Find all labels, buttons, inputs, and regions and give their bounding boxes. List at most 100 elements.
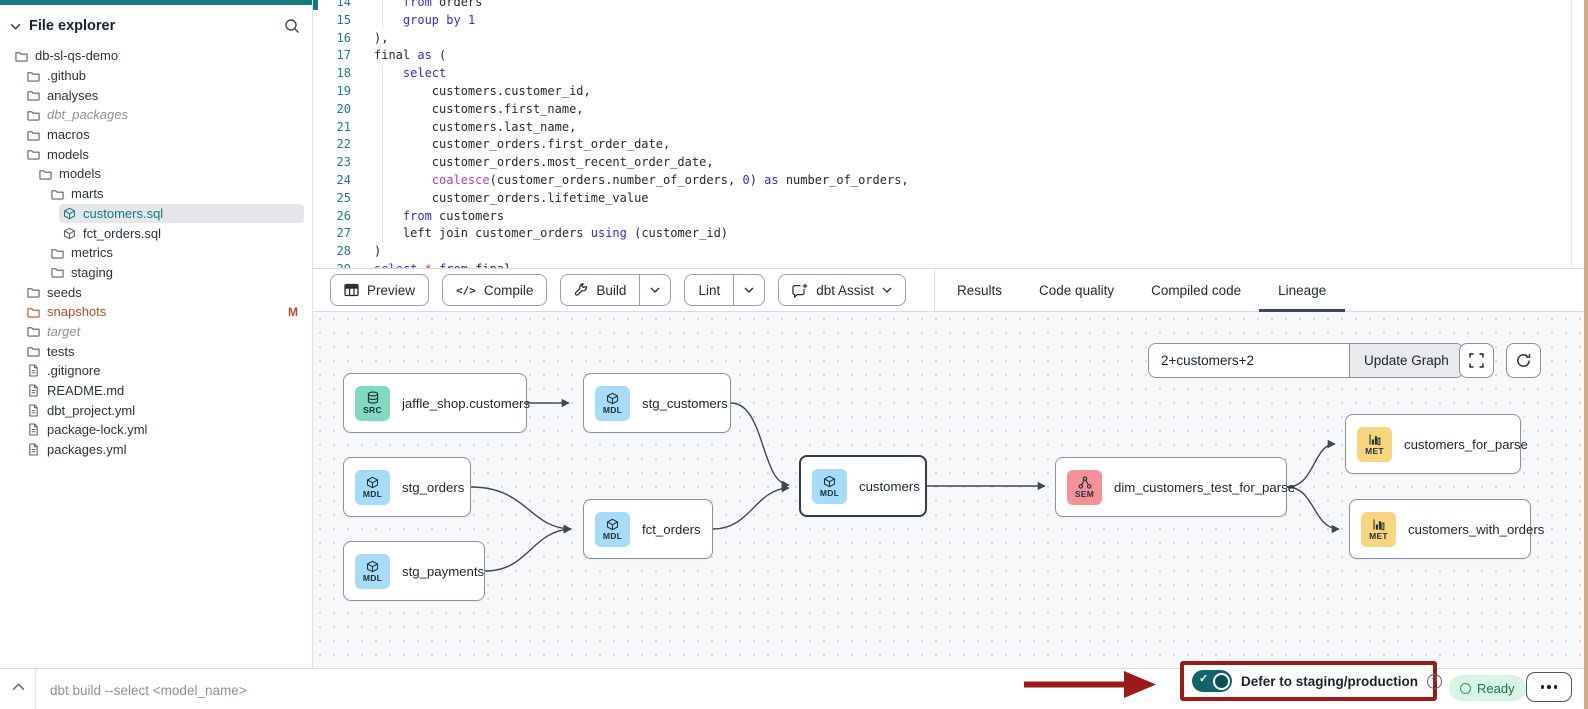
- tree-item-.github[interactable]: .github: [23, 66, 304, 86]
- defer-label: Defer to staging/production: [1241, 674, 1418, 689]
- node-label: customers_with_orders: [1408, 522, 1544, 537]
- line-number: 21: [313, 119, 351, 137]
- tree-item-dbt_packages[interactable]: dbt_packages: [23, 105, 304, 125]
- lineage-node-stg_customers[interactable]: MDLstg_customers: [583, 373, 731, 433]
- folder-icon: [50, 266, 64, 278]
- statusbar-divider: [35, 669, 36, 709]
- tree-item-label: marts: [71, 186, 104, 201]
- ready-label: Ready: [1477, 681, 1515, 696]
- window-edge: [1584, 0, 1588, 709]
- folder-icon: [26, 148, 40, 160]
- lint-button[interactable]: Lint: [685, 275, 733, 305]
- tab-results[interactable]: Results: [957, 269, 1002, 311]
- line-number: 19: [313, 83, 351, 101]
- lineage-node-stg_orders[interactable]: MDLstg_orders: [343, 457, 471, 517]
- file-explorer-header: File explorer: [0, 5, 312, 38]
- tree-item-packages.yml[interactable]: packages.yml: [23, 440, 304, 460]
- check-icon: ✓: [1199, 674, 1208, 685]
- tree-item-customers.sql[interactable]: customers.sql: [59, 204, 304, 224]
- folder-icon: [26, 70, 40, 82]
- code-line-14: 14 from orders: [313, 0, 909, 12]
- tree-item-macros[interactable]: macros: [23, 125, 304, 145]
- metric-chart-icon: MET: [1361, 512, 1396, 547]
- lineage-node-fct_orders[interactable]: MDLfct_orders: [583, 499, 713, 559]
- compile-button[interactable]: </> Compile: [442, 274, 547, 306]
- update-graph-button[interactable]: Update Graph: [1349, 344, 1463, 377]
- red-arrow-annotation: [1024, 671, 1156, 698]
- folder-icon: [26, 286, 40, 298]
- tree-item-marts[interactable]: marts: [47, 184, 304, 204]
- tree-item-snapshots[interactable]: snapshotsM: [23, 302, 304, 322]
- lineage-node-dim_customers_test_for_parse[interactable]: SEMdim_customers_test_for_parse: [1055, 457, 1287, 517]
- line-number: 25: [313, 190, 351, 208]
- lineage-node-jaffle_shop.customers[interactable]: SRCjaffle_shop.customers: [343, 373, 527, 433]
- tree-item-package-lock.yml[interactable]: package-lock.yml: [23, 420, 304, 440]
- tree-item-analyses[interactable]: analyses: [23, 85, 304, 105]
- build-button[interactable]: Build: [561, 275, 639, 305]
- lineage-node-customers_for_parse[interactable]: METcustomers_for_parse: [1345, 414, 1521, 474]
- tree-item-.gitignore[interactable]: .gitignore: [23, 361, 304, 381]
- lineage-selector-group: Update Graph: [1148, 343, 1464, 378]
- code-line-16: 16),: [313, 30, 909, 48]
- editor-corner-accent: [313, 0, 318, 10]
- chevron-down-icon[interactable]: [10, 23, 21, 30]
- lineage-node-customers_with_orders[interactable]: METcustomers_with_orders: [1349, 499, 1531, 559]
- tree-item-label: customers.sql: [83, 206, 163, 221]
- folder-icon: [14, 50, 28, 62]
- model-cube-icon: MDL: [355, 554, 390, 589]
- tree-item-staging[interactable]: staging: [47, 263, 304, 283]
- tree-item-models[interactable]: models: [23, 144, 304, 164]
- tree-item-seeds[interactable]: seeds: [23, 282, 304, 302]
- chat-plus-icon: [792, 283, 808, 298]
- tree-item-label: dbt_packages: [47, 107, 128, 122]
- code-line-21: 21 customers.last_name,: [313, 119, 909, 137]
- search-icon[interactable]: [284, 18, 300, 34]
- file-tree: db-sl-qs-demo.githubanalyses dbt_packages…: [0, 38, 312, 459]
- lineage-canvas[interactable]: SRCjaffle_shop.customers MDLstg_customers…: [313, 312, 1584, 668]
- tree-item-fct_orders.sql[interactable]: fct_orders.sql: [59, 223, 304, 243]
- tab-compiled-code[interactable]: Compiled code: [1151, 269, 1241, 311]
- defer-toggle[interactable]: ✓: [1192, 670, 1232, 692]
- tree-item-metrics[interactable]: metrics: [47, 243, 304, 263]
- tree-item-label: models: [47, 147, 89, 162]
- fullscreen-button[interactable]: [1459, 343, 1494, 378]
- wrench-icon: [574, 283, 588, 297]
- tree-item-models[interactable]: models: [35, 164, 304, 184]
- tree-item-README.md[interactable]: README.md: [23, 381, 304, 401]
- ready-status-badge: Ready: [1449, 675, 1526, 701]
- folder-icon: [26, 325, 40, 337]
- tree-item-target[interactable]: target: [23, 322, 304, 342]
- tree-item-db-sl-qs-demo[interactable]: db-sl-qs-demo: [11, 46, 304, 66]
- line-number: 29: [313, 261, 351, 268]
- tree-item-label: models: [59, 166, 101, 181]
- editor-scrollbar-track[interactable]: [1571, 0, 1572, 268]
- folder-icon: [50, 188, 64, 200]
- refresh-button[interactable]: [1506, 343, 1541, 378]
- file-icon: [26, 423, 40, 436]
- lineage-node-stg_payments[interactable]: MDLstg_payments: [343, 541, 485, 601]
- line-number: 23: [313, 154, 351, 172]
- tree-item-dbt_project.yml[interactable]: dbt_project.yml: [23, 400, 304, 420]
- file-icon: [26, 443, 40, 456]
- lint-dropdown-caret[interactable]: [733, 275, 764, 305]
- preview-label: Preview: [367, 283, 415, 298]
- node-label: fct_orders: [642, 522, 701, 537]
- dbt-assist-button[interactable]: dbt Assist: [778, 274, 906, 306]
- tab-lineage[interactable]: Lineage: [1278, 269, 1326, 311]
- tab-code-quality[interactable]: Code quality: [1039, 269, 1114, 311]
- assist-dropdown-caret: [882, 287, 892, 293]
- line-number: 17: [313, 47, 351, 65]
- preview-button[interactable]: Preview: [330, 274, 429, 306]
- folder-icon: [26, 306, 40, 318]
- lineage-node-customers[interactable]: MDLcustomers: [799, 455, 927, 517]
- dbt-assist-label: dbt Assist: [816, 283, 874, 298]
- chevron-up-icon[interactable]: [12, 683, 25, 691]
- dbt-command-input[interactable]: [48, 675, 612, 705]
- lineage-selector-input[interactable]: [1149, 344, 1349, 377]
- more-options-button[interactable]: [1526, 672, 1572, 702]
- tree-item-tests[interactable]: tests: [23, 341, 304, 361]
- build-dropdown-caret[interactable]: [639, 275, 670, 305]
- help-icon[interactable]: ?: [1427, 674, 1442, 689]
- code-editor[interactable]: 14 from orders15 group by 116),17final a…: [313, 0, 1588, 268]
- model-cube-icon: [62, 227, 76, 240]
